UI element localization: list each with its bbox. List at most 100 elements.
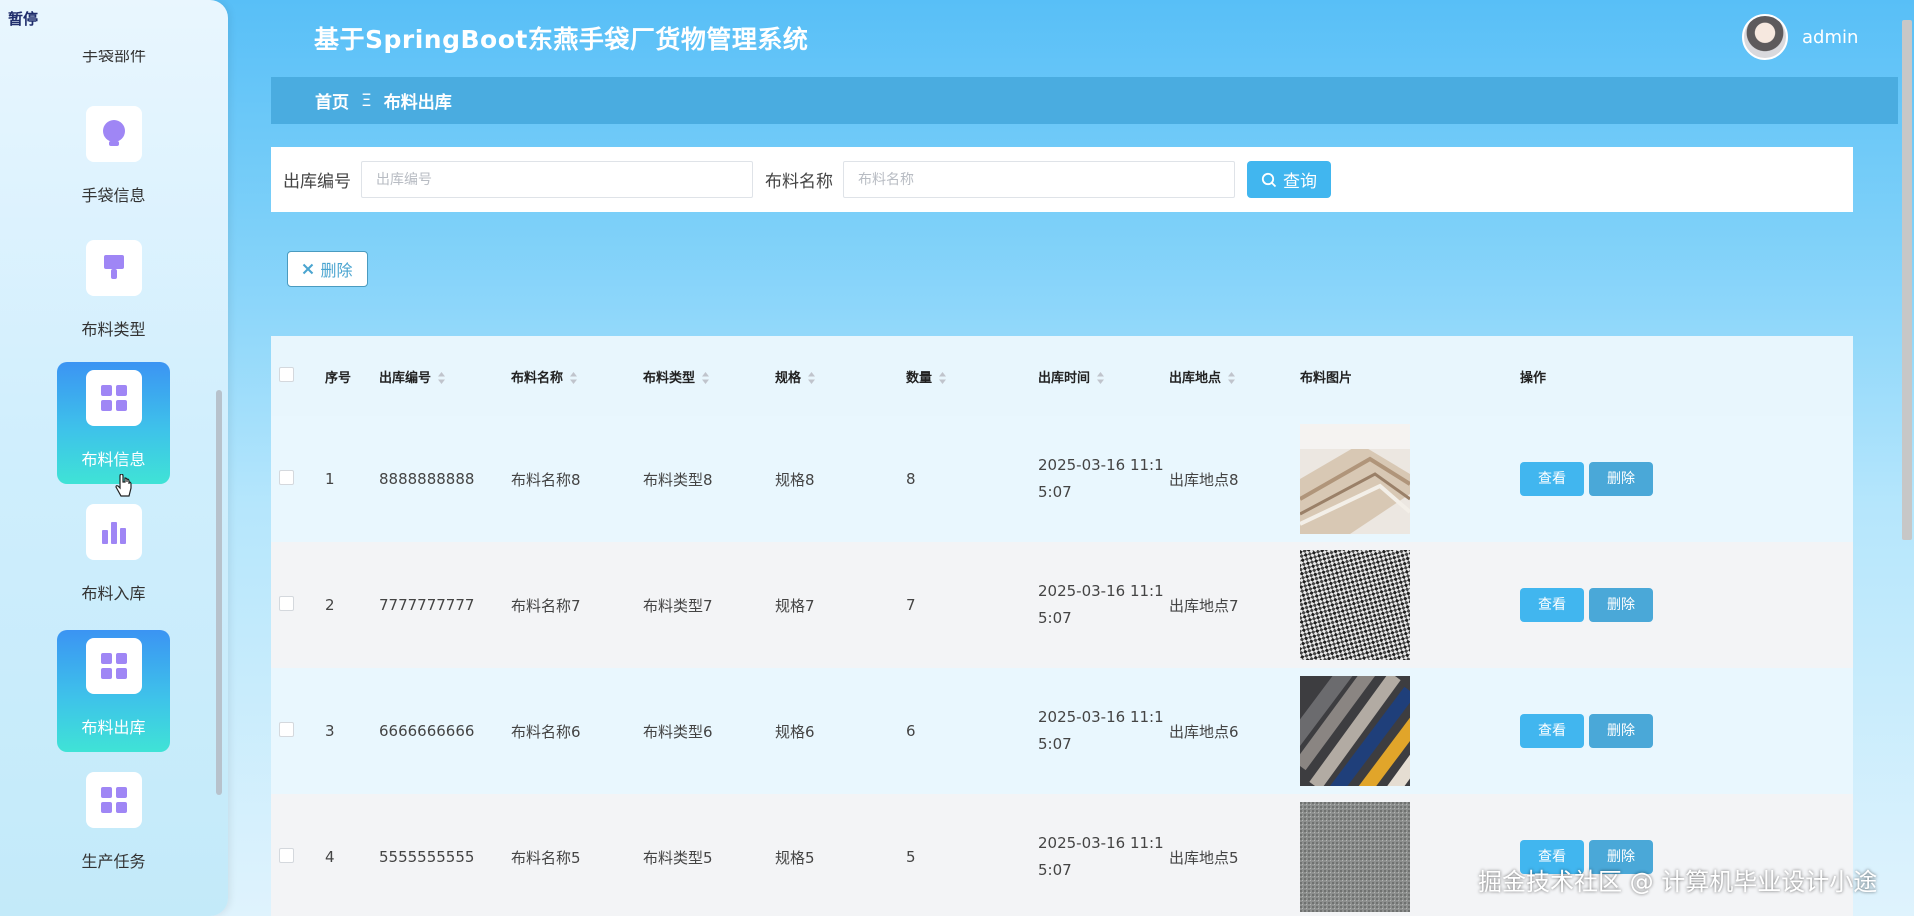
fabric-image[interactable]: [1300, 676, 1410, 786]
table-row: 3 6666666666 布料名称6 布料类型6 规格6 6 2025-03-1…: [271, 668, 1853, 794]
fabric-image[interactable]: [1300, 550, 1410, 660]
sidebar-item-fabric-outbound[interactable]: 布料出库: [57, 630, 170, 752]
view-button[interactable]: 查看: [1520, 588, 1584, 622]
cell-place: 出库地点8: [1169, 470, 1239, 489]
sidebar-item-fabric-inbound[interactable]: 布料入库: [57, 496, 170, 618]
sidebar-item-label: 布料类型: [81, 320, 146, 339]
table-header: 序号 出库编号 布料名称 布料类型 规格 数量 出库时间 出库地点 布料图片 操…: [271, 336, 1853, 416]
sort-icon[interactable]: [1227, 371, 1236, 385]
cell-time: 2025-03-16 11:1 5:07: [1038, 542, 1169, 668]
column-header-sortable[interactable]: 布料名称: [511, 336, 643, 416]
sort-icon[interactable]: [938, 371, 947, 385]
cell-index: 2: [325, 596, 335, 614]
lightbulb-icon: [85, 106, 142, 162]
sidebar-scrollbar[interactable]: [216, 390, 222, 795]
breadcrumb-home[interactable]: 首页: [315, 88, 349, 113]
cell-actions: 查看 删除: [1520, 416, 1853, 542]
cell-index: 4: [325, 848, 335, 866]
cell-spec: 规格8: [775, 470, 815, 489]
cell-code: 6666666666: [379, 722, 475, 740]
cell-qty: 6: [906, 722, 916, 740]
column-header: 序号: [325, 336, 379, 416]
column-header-sortable[interactable]: 数量: [906, 336, 1038, 416]
sidebar-item-fabric-type[interactable]: 布料类型: [57, 232, 170, 354]
time-line-2: 5:07: [1038, 609, 1072, 627]
cell-image: [1300, 542, 1520, 668]
sidebar-item-label: 布料入库: [81, 584, 146, 603]
cell-index: 1: [325, 470, 335, 488]
table-row: 2 7777777777 布料名称7 布料类型7 规格7 7 2025-03-1…: [271, 542, 1853, 668]
cell-spec: 规格5: [775, 848, 815, 867]
table-row: 1 8888888888 布料名称8 布料类型8 规格8 8 2025-03-1…: [271, 416, 1853, 542]
bar-chart-icon: [85, 504, 142, 560]
column-header-sortable[interactable]: 出库编号: [379, 336, 511, 416]
cell-image: [1300, 416, 1520, 542]
row-checkbox[interactable]: [279, 469, 294, 485]
cell-code: 8888888888: [379, 470, 475, 488]
sidebar-item-fabric-info[interactable]: 布料信息: [57, 362, 170, 484]
select-all-cell: [271, 336, 325, 416]
sort-icon[interactable]: [437, 371, 446, 385]
row-checkbox[interactable]: [279, 595, 294, 611]
app-title: 基于SpringBoot东燕手袋厂货物管理系统: [314, 25, 809, 54]
select-all-checkbox[interactable]: [279, 366, 294, 382]
column-header-sortable[interactable]: 布料类型: [643, 336, 775, 416]
bulk-delete-button[interactable]: 删除: [287, 251, 368, 287]
cell-time: 2025-03-16 11:1 5:07: [1038, 794, 1169, 916]
cell-place: 出库地点7: [1169, 596, 1239, 615]
grid-icon: [85, 772, 142, 828]
delete-button[interactable]: 删除: [1589, 714, 1653, 748]
column-header-sortable[interactable]: 规格: [775, 336, 906, 416]
time-line-1: 2025-03-16 11:1: [1038, 834, 1164, 852]
cell-place: 出库地点6: [1169, 722, 1239, 741]
column-label: 数量: [906, 370, 933, 386]
time-line-1: 2025-03-16 11:1: [1038, 708, 1164, 726]
fabric-name-input[interactable]: [843, 161, 1235, 198]
column-header-sortable[interactable]: 出库时间: [1038, 336, 1169, 416]
page-scrollbar[interactable]: [1902, 20, 1912, 540]
cell-place: 出库地点5: [1169, 848, 1239, 867]
view-button[interactable]: 查看: [1520, 462, 1584, 496]
cell-name: 布料名称8: [511, 470, 581, 489]
sort-icon[interactable]: [807, 371, 816, 385]
view-button[interactable]: 查看: [1520, 714, 1584, 748]
sidebar-item-handbag-info[interactable]: 手袋信息: [57, 98, 170, 220]
username[interactable]: admin: [1802, 27, 1858, 48]
delete-button[interactable]: 删除: [1589, 588, 1653, 622]
row-checkbox[interactable]: [279, 847, 294, 863]
sidebar-item-partial[interactable]: 手袋部件: [0, 50, 228, 66]
fabric-image[interactable]: [1300, 802, 1410, 912]
fabric-image[interactable]: [1300, 424, 1410, 534]
breadcrumb: 首页 Ξ 布料出库: [271, 77, 1898, 124]
column-header: 操作: [1520, 336, 1853, 416]
cell-qty: 7: [906, 596, 916, 614]
row-select-cell: [271, 794, 325, 916]
sort-icon[interactable]: [1096, 371, 1105, 385]
user-menu[interactable]: admin: [1742, 14, 1858, 60]
data-table: 序号 出库编号 布料名称 布料类型 规格 数量 出库时间 出库地点 布料图片 操…: [271, 336, 1853, 916]
avatar[interactable]: [1742, 14, 1788, 60]
time-line-2: 5:07: [1038, 483, 1072, 501]
cell-actions: 查看 删除: [1520, 794, 1853, 916]
grid-icon: [85, 638, 142, 694]
sort-icon[interactable]: [701, 371, 710, 385]
row-select-cell: [271, 542, 325, 668]
sidebar-item-production-task[interactable]: 生产任务: [57, 764, 170, 886]
row-checkbox[interactable]: [279, 721, 294, 737]
sidebar: 手袋部件 手袋信息 布料类型 布料信息 布料入库 布料出库 生产任务: [0, 0, 228, 916]
column-header-sortable[interactable]: 出库地点: [1169, 336, 1300, 416]
cell-name: 布料名称5: [511, 848, 581, 867]
cell-index: 3: [325, 722, 335, 740]
cell-spec: 规格7: [775, 596, 815, 615]
column-label: 出库时间: [1038, 370, 1091, 386]
cell-name: 布料名称6: [511, 722, 581, 741]
outbound-code-input[interactable]: [361, 161, 753, 198]
brush-icon: [85, 240, 142, 296]
search-button[interactable]: 查询: [1247, 161, 1331, 198]
watermark: 掘金技术社区 @ 计算机毕业设计小途: [1478, 868, 1878, 896]
cell-actions: 查看 删除: [1520, 668, 1853, 794]
sort-icon[interactable]: [569, 371, 578, 385]
delete-button[interactable]: 删除: [1589, 462, 1653, 496]
cell-qty: 8: [906, 470, 916, 488]
breadcrumb-separator: Ξ: [361, 90, 372, 111]
